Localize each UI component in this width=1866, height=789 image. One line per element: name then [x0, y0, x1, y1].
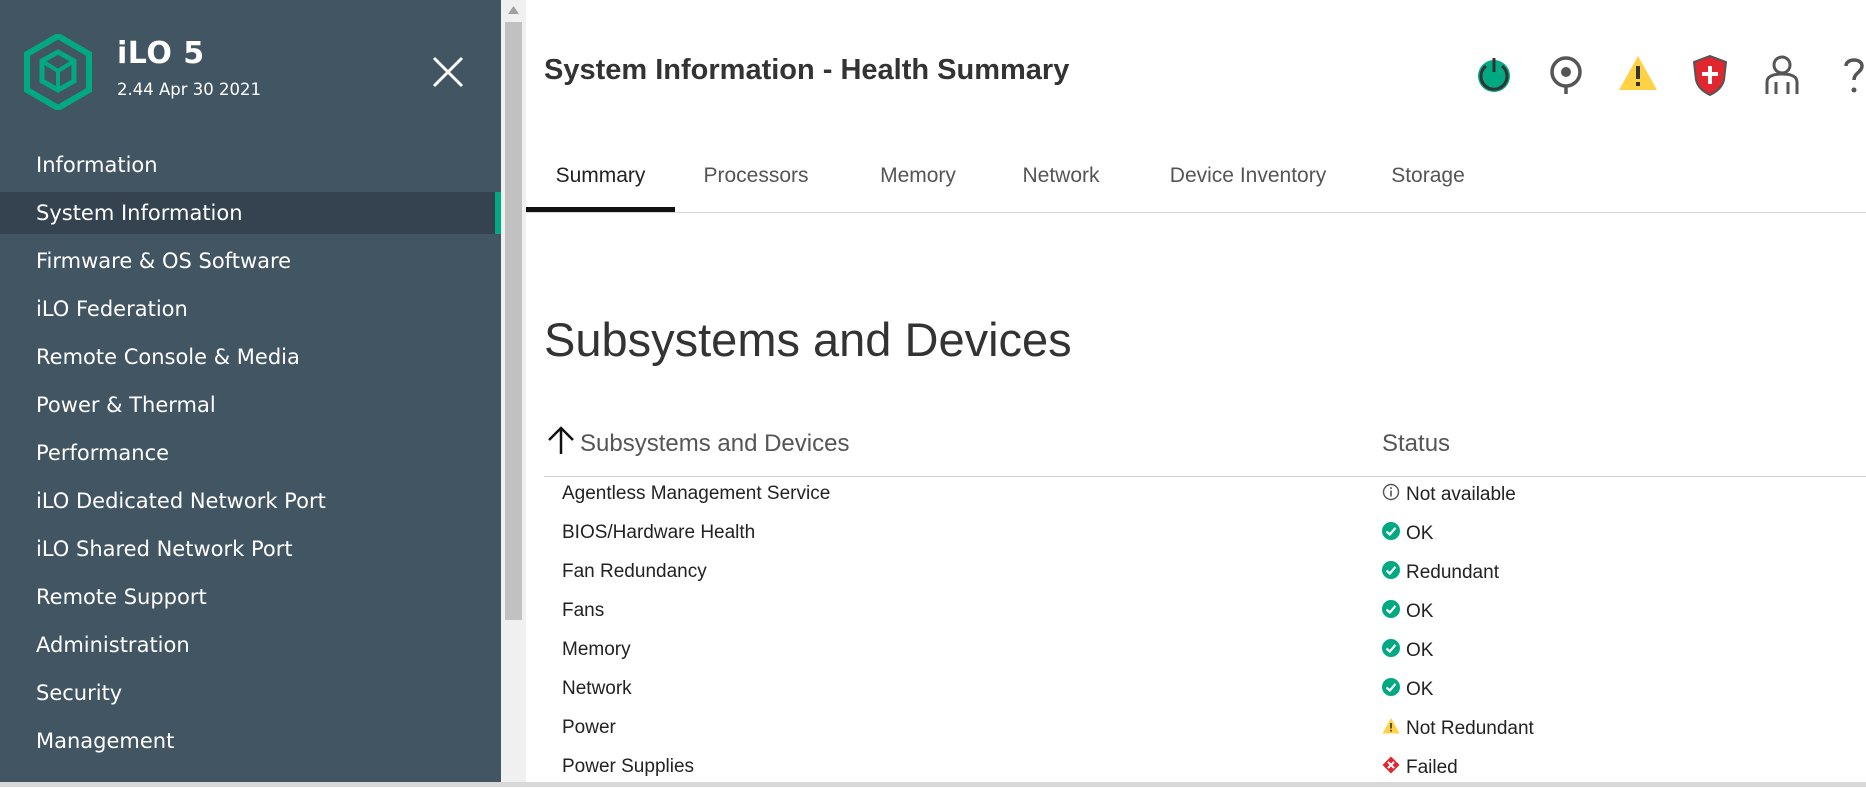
table-row: Fans OK	[544, 594, 1866, 633]
tab-summary[interactable]: Summary	[526, 146, 675, 212]
row-status: OK	[1382, 600, 1433, 623]
info-icon	[1382, 483, 1400, 501]
row-name: Fan Redundancy	[562, 561, 707, 582]
app-version: 2.44 Apr 30 2021	[117, 80, 262, 99]
table-row: Power Not Redundant	[544, 711, 1866, 750]
row-status: Not Redundant	[1382, 717, 1534, 740]
table-row: Agentless Management Service Not availab…	[544, 477, 1866, 516]
ok-icon	[1382, 678, 1400, 696]
sidebar-item-firmware-os-software[interactable]: Firmware & OS Software	[0, 240, 501, 282]
sidebar-item-power-thermal[interactable]: Power & Thermal	[0, 384, 501, 426]
sort-ascending-icon[interactable]	[544, 422, 578, 462]
security-shield-icon[interactable]	[1688, 52, 1732, 98]
user-icon[interactable]	[1760, 52, 1804, 98]
row-name: Power	[562, 717, 616, 738]
row-status-text: OK	[1406, 523, 1434, 544]
column-header-status[interactable]: Status	[1382, 422, 1450, 476]
close-icon[interactable]	[426, 50, 470, 94]
sidebar-item-remote-console-media[interactable]: Remote Console & Media	[0, 336, 501, 378]
sidebar-nav: Information System Information Firmware …	[0, 144, 501, 768]
ok-icon	[1382, 522, 1400, 540]
row-status-text: Redundant	[1406, 562, 1499, 583]
row-name: BIOS/Hardware Health	[562, 522, 756, 543]
row-status-text: Not Redundant	[1406, 718, 1534, 739]
row-name: Memory	[562, 639, 631, 660]
column-header-subsystems[interactable]: Subsystems and Devices	[544, 422, 849, 476]
table-header: Subsystems and Devices Status	[544, 422, 1866, 477]
app-title: iLO 5	[117, 36, 205, 71]
row-status: OK	[1382, 522, 1433, 545]
tab-device-inventory[interactable]: Device Inventory	[1156, 146, 1340, 212]
tab-storage[interactable]: Storage	[1382, 146, 1474, 212]
row-status: Not available	[1382, 483, 1516, 506]
row-status-text: OK	[1406, 601, 1434, 622]
sidebar-item-security[interactable]: Security	[0, 672, 501, 714]
ilo-logo-icon	[24, 34, 92, 110]
row-status: OK	[1382, 678, 1433, 701]
locator-icon[interactable]	[1544, 52, 1588, 98]
tab-bar: Summary Processors Memory Network Device…	[526, 146, 1866, 213]
table-row: Memory OK	[544, 633, 1866, 672]
help-icon[interactable]	[1832, 52, 1866, 98]
ok-icon	[1382, 561, 1400, 579]
row-status: Redundant	[1382, 561, 1499, 584]
warning-icon	[1382, 718, 1400, 734]
tab-memory[interactable]: Memory	[868, 146, 968, 212]
row-name: Network	[562, 678, 632, 699]
subsystems-table: Subsystems and Devices Status Agentless …	[544, 422, 1866, 789]
scrollbar-thumb[interactable]	[505, 22, 522, 620]
sidebar-item-ilo-federation[interactable]: iLO Federation	[0, 288, 501, 330]
row-name: Fans	[562, 600, 605, 621]
critical-icon	[1382, 756, 1400, 774]
ok-icon	[1382, 639, 1400, 657]
sidebar-item-ilo-shared-network-port[interactable]: iLO Shared Network Port	[0, 528, 501, 570]
table-row: Network OK	[544, 672, 1866, 711]
column-header-subsystems-label: Subsystems and Devices	[580, 430, 850, 457]
row-status: Failed	[1382, 756, 1458, 779]
row-status-text: Not available	[1406, 484, 1516, 505]
row-name: Power Supplies	[562, 756, 695, 777]
sidebar-scrollbar[interactable]	[501, 0, 526, 787]
tab-processors[interactable]: Processors	[696, 146, 816, 212]
sidebar-item-ilo-dedicated-network-port[interactable]: iLO Dedicated Network Port	[0, 480, 501, 522]
scroll-up-arrow-icon[interactable]	[501, 0, 526, 22]
warning-icon[interactable]	[1616, 52, 1660, 98]
ok-icon	[1382, 600, 1400, 618]
sidebar-item-system-information[interactable]: System Information	[0, 192, 501, 234]
sidebar: iLO 5 2.44 Apr 30 2021 Information Syste…	[0, 0, 501, 787]
row-name: Agentless Management Service	[562, 483, 831, 504]
row-status-text: OK	[1406, 640, 1434, 661]
horizontal-scrollbar[interactable]	[0, 782, 1866, 787]
sidebar-item-information[interactable]: Information	[0, 144, 501, 186]
table-row: Fan Redundancy Redundant	[544, 555, 1866, 594]
page-title: System Information - Health Summary	[544, 54, 1070, 86]
sidebar-item-remote-support[interactable]: Remote Support	[0, 576, 501, 618]
tab-network[interactable]: Network	[1012, 146, 1110, 212]
sidebar-item-administration[interactable]: Administration	[0, 624, 501, 666]
row-status-text: OK	[1406, 679, 1434, 700]
sidebar-item-management[interactable]: Management	[0, 720, 501, 762]
row-status-text: Failed	[1406, 757, 1458, 778]
main-content: System Information - Health Summary Summ…	[526, 0, 1866, 787]
power-icon[interactable]	[1472, 52, 1516, 98]
section-title: Subsystems and Devices	[544, 313, 1072, 366]
sidebar-item-performance[interactable]: Performance	[0, 432, 501, 474]
row-status: OK	[1382, 639, 1433, 662]
table-row: BIOS/Hardware Health OK	[544, 516, 1866, 555]
